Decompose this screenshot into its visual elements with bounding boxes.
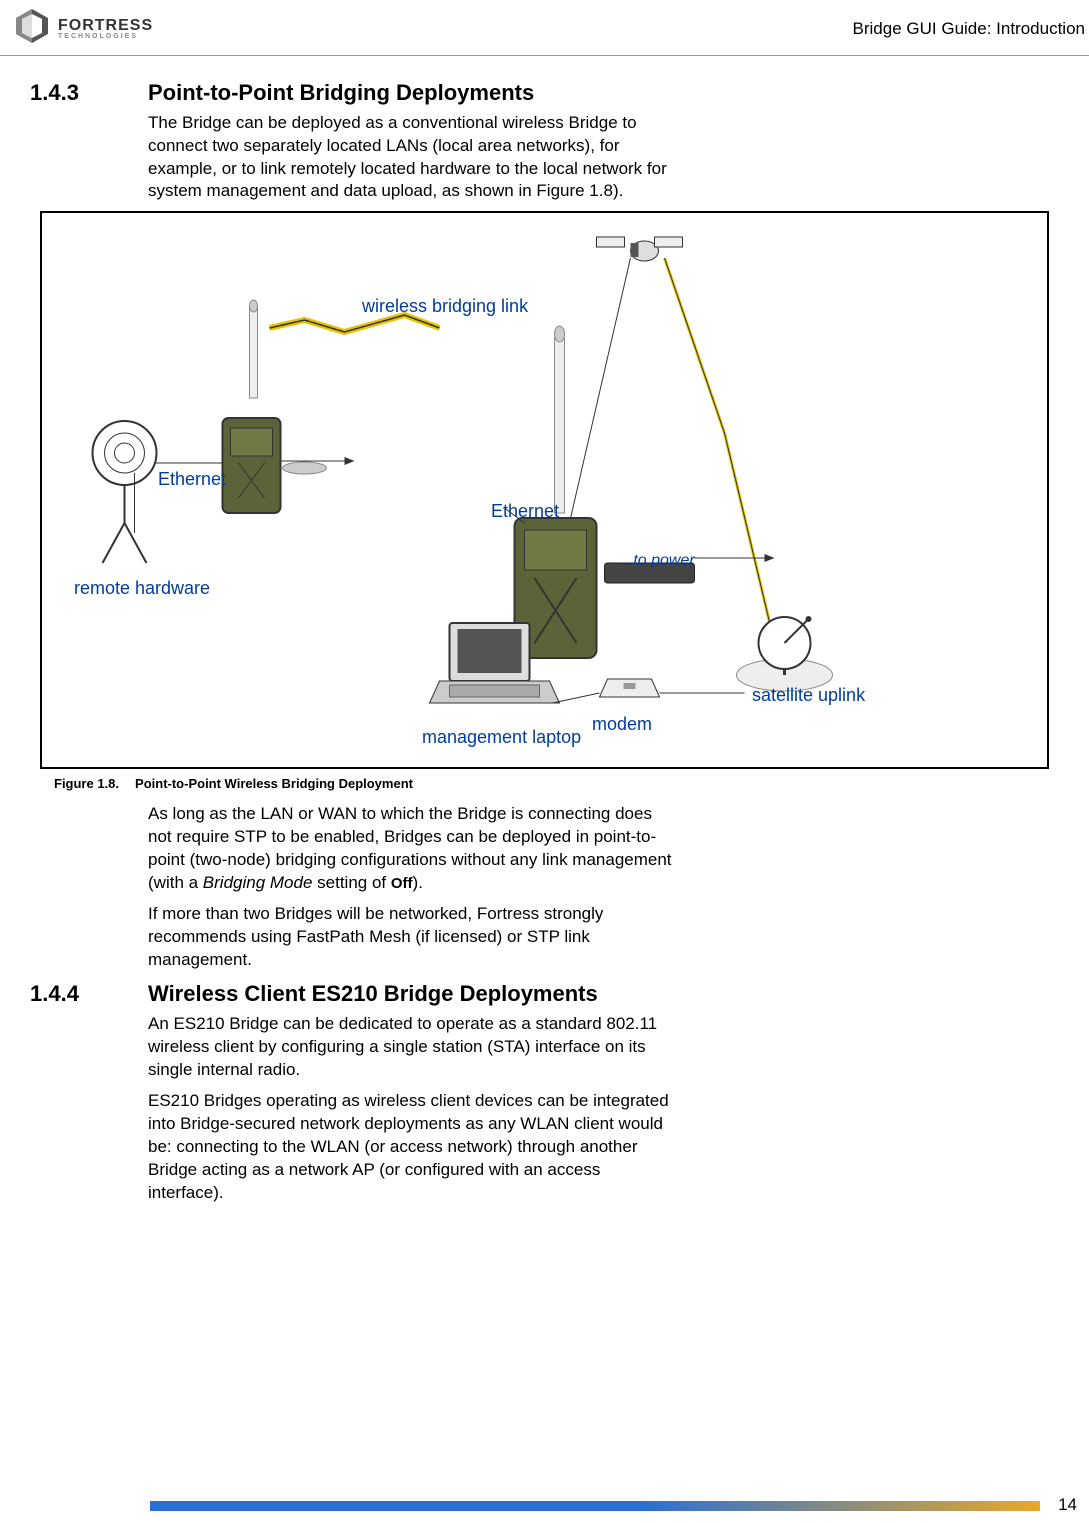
footer-divider-bar: [150, 1501, 1040, 1511]
page-number: 14: [1058, 1494, 1077, 1517]
page-footer: 14: [0, 1494, 1089, 1517]
brand-name: FORTRESS: [58, 19, 153, 33]
text-span-bold: Off: [391, 875, 413, 892]
body-paragraph: ES210 Bridges operating as wireless clie…: [148, 1090, 678, 1205]
section-title: Point-to-Point Bridging Deployments: [148, 78, 534, 108]
diagram-label-remote-hardware: remote hardware: [74, 576, 210, 600]
text-span-italic: Bridging Mode: [203, 873, 313, 892]
diagram-label-modem: modem: [592, 712, 652, 736]
diagram-label-ethernet-left: Ethernet: [158, 467, 226, 491]
section-number: 1.4.3: [30, 78, 148, 108]
brand-sub: TECHNOLOGIES: [58, 34, 153, 40]
diagram-label-satellite-uplink: satellite uplink: [752, 683, 865, 707]
diagram-label-ethernet-right: Ethernet: [491, 499, 559, 523]
section-title: Wireless Client ES210 Bridge Deployments: [148, 979, 598, 1009]
figure-diagram: wireless bridging link Ethernet Ethernet…: [40, 211, 1049, 769]
body-paragraph: The Bridge can be deployed as a conventi…: [148, 112, 678, 204]
figure-caption-num: Figure 1.8.: [54, 775, 119, 793]
diagram-label-wireless-link: wireless bridging link: [362, 294, 528, 318]
figure-caption-text: Point-to-Point Wireless Bridging Deploym…: [135, 775, 413, 793]
body-paragraph: An ES210 Bridge can be dedicated to oper…: [148, 1013, 678, 1082]
diagram-label-mgmt-laptop: management laptop: [422, 725, 581, 749]
diagram-label-to-power: ...to power: [620, 550, 695, 572]
page-header: FORTRESS TECHNOLOGIES Bridge GUI Guide: …: [0, 0, 1089, 56]
section-number: 1.4.4: [30, 979, 148, 1009]
header-guide-title: Bridge GUI Guide: Introduction: [853, 18, 1085, 41]
body-paragraph: If more than two Bridges will be network…: [148, 903, 678, 972]
shield-icon: [12, 6, 52, 53]
text-span: setting of: [312, 873, 390, 892]
brand-logo: FORTRESS TECHNOLOGIES: [12, 6, 153, 53]
text-span: ).: [413, 873, 423, 892]
body-paragraph: As long as the LAN or WAN to which the B…: [148, 803, 678, 895]
